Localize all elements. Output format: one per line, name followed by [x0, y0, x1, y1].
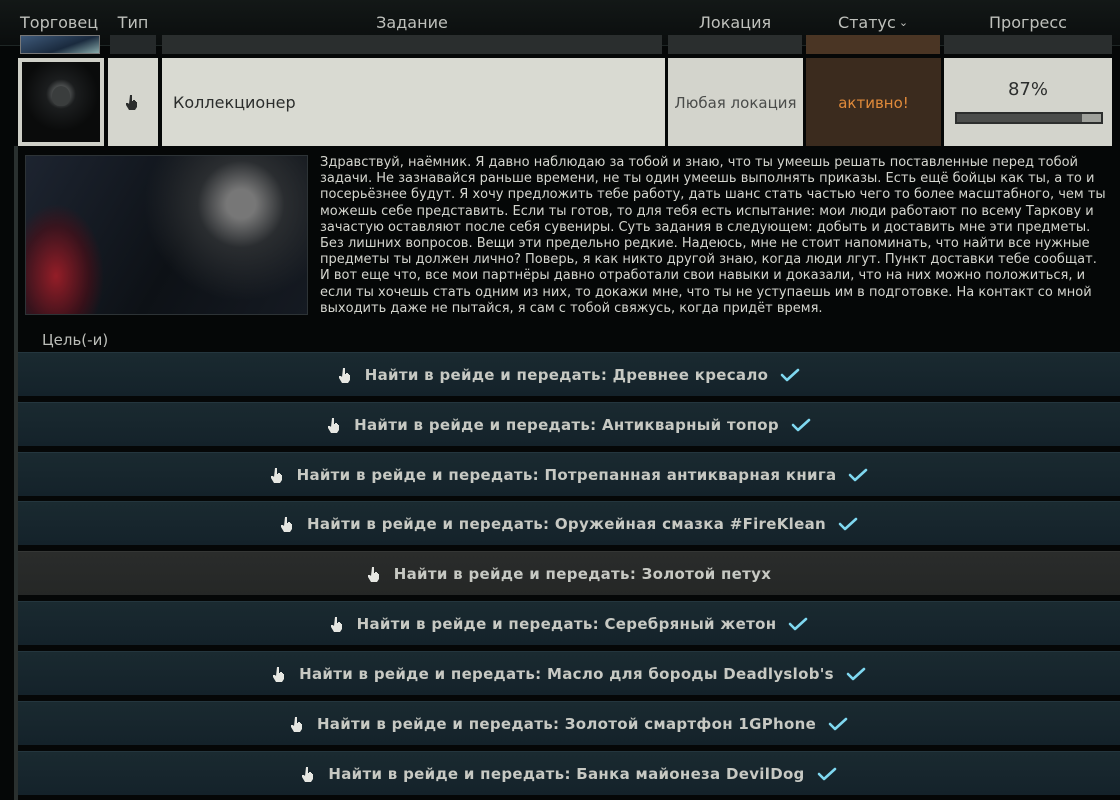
objective-label: Найти в рейде и передать: Оружейная смаз… — [307, 514, 826, 533]
objective-label: Найти в рейде и передать: Древнее кресал… — [364, 365, 769, 384]
hand-pointer-icon — [328, 417, 340, 433]
checkmark-icon — [817, 767, 836, 780]
task-name: Коллекционер — [173, 93, 296, 112]
previous-row-progress[interactable] — [944, 35, 1112, 54]
chevron-down-icon: ⌄ — [898, 16, 909, 29]
task-progress-cell[interactable]: 87% — [944, 58, 1112, 146]
previous-row-type[interactable] — [110, 35, 156, 54]
hand-pointer-icon — [273, 666, 285, 682]
checkmark-icon — [789, 617, 808, 630]
header-status[interactable]: Статус ⌄ — [806, 13, 940, 32]
quest-list-screen: Торговец Тип Задание Локация Статус ⌄ Про… — [0, 0, 1120, 800]
task-location: Любая локация — [674, 94, 797, 112]
objective-row[interactable]: Найти в рейде и передать: Оружейная смаз… — [18, 501, 1120, 545]
header-location[interactable]: Локация — [668, 13, 802, 32]
trader-face — [52, 86, 70, 106]
trader-avatar[interactable] — [18, 58, 104, 146]
objective-label: Найти в рейде и передать: Золотой петух — [393, 564, 772, 583]
quest-illustration — [25, 155, 308, 315]
hand-pointer-icon — [338, 367, 350, 383]
objective-row[interactable]: Найти в рейде и передать: Золотой смартф… — [18, 701, 1120, 745]
objective-row[interactable]: Найти в рейде и передать: Серебряный жет… — [18, 601, 1120, 645]
previous-row-status[interactable] — [806, 35, 940, 54]
progress-bar — [955, 112, 1103, 124]
checkmark-icon — [838, 517, 858, 530]
hand-pointer-icon — [281, 516, 292, 532]
progress-bar-fill — [957, 114, 1083, 122]
task-status-cell[interactable]: активно! — [806, 58, 941, 146]
checkmark-icon — [846, 667, 866, 680]
objective-row[interactable]: Найти в рейде и передать: Золотой петух — [18, 551, 1120, 595]
objective-label: Найти в рейде и передать: Потрепанная ан… — [296, 465, 837, 484]
checkmark-icon — [791, 418, 811, 431]
hand-pointer-icon — [270, 467, 282, 483]
header-trader[interactable]: Торговец — [20, 13, 102, 32]
checkmark-icon — [849, 468, 868, 481]
objective-label: Найти в рейде и передать: Золотой смартф… — [316, 714, 817, 733]
header-status-label: Статус — [837, 13, 896, 32]
previous-row-trader[interactable] — [20, 35, 100, 54]
previous-row-location[interactable] — [668, 35, 802, 54]
task-name-cell[interactable]: Коллекционер — [162, 58, 665, 146]
hand-pointer-icon — [302, 766, 314, 782]
hand-pointer-icon — [330, 616, 342, 632]
objective-label: Найти в рейде и передать: Масло для боро… — [299, 664, 834, 683]
hand-pointer-icon — [126, 95, 137, 110]
objective-label: Найти в рейде и передать: Антикварный то… — [354, 415, 779, 434]
previous-row-task[interactable] — [162, 35, 662, 54]
checkmark-icon — [780, 368, 800, 381]
status-badge: активно! — [838, 94, 909, 112]
progress-percent: 87% — [1007, 79, 1048, 100]
checkmark-icon — [828, 717, 848, 730]
hand-pointer-icon — [367, 566, 379, 582]
header-task[interactable]: Задание — [162, 13, 662, 32]
header-progress[interactable]: Прогресс — [944, 13, 1112, 32]
objective-label: Найти в рейде и передать: Банка майонеза… — [328, 764, 805, 783]
objective-row[interactable]: Найти в рейде и передать: Банка майонеза… — [18, 751, 1120, 795]
trader-portrait — [22, 62, 100, 142]
objective-label: Найти в рейде и передать: Серебряный жет… — [356, 614, 777, 633]
hand-pointer-icon — [290, 716, 302, 732]
objective-row[interactable]: Найти в рейде и передать: Древнее кресал… — [18, 352, 1120, 396]
objective-row[interactable]: Найти в рейде и передать: Масло для боро… — [18, 651, 1120, 695]
task-location-cell[interactable]: Любая локация — [668, 58, 803, 146]
objective-row[interactable]: Найти в рейде и передать: Потрепанная ан… — [18, 452, 1120, 496]
objective-row[interactable]: Найти в рейде и передать: Антикварный то… — [18, 402, 1120, 446]
header-type[interactable]: Тип — [110, 13, 156, 32]
goals-label: Цель(-и) — [42, 331, 109, 349]
quest-description: Здравствуй, наёмник. Я давно наблюдаю за… — [320, 155, 1106, 316]
task-type-cell[interactable] — [108, 58, 158, 146]
